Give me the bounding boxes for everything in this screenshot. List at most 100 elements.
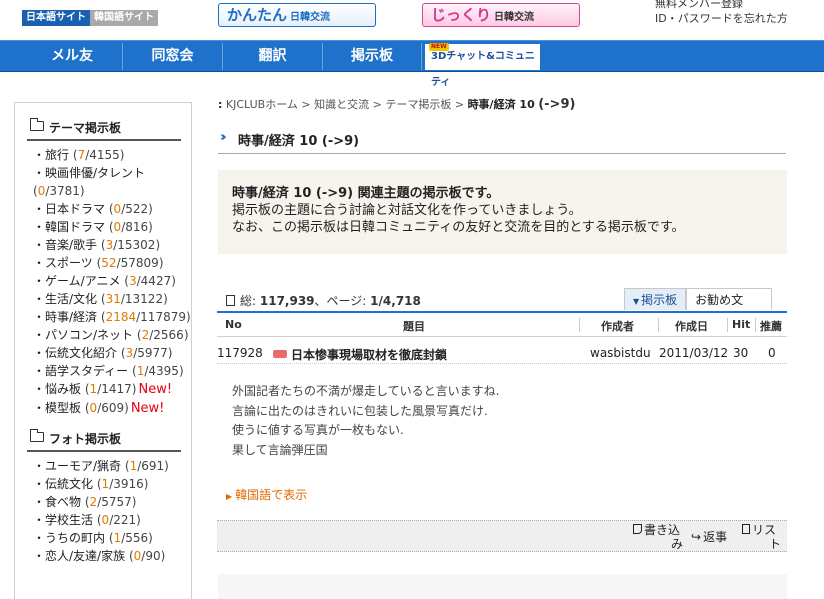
kantan-sub-label: 日韓交流	[290, 12, 331, 23]
sidebar-item[interactable]: ・ユーモア/猟奇 (1/691)	[33, 457, 191, 475]
sidebar-item[interactable]: ・伝統文化紹介 (3/5977)	[33, 344, 191, 362]
sidebar-item[interactable]: ・旅行 (7/4155)	[33, 146, 191, 164]
kantan-exchange-button[interactable]: かんたん 日韓交流	[218, 3, 376, 27]
korean-site-tab[interactable]: 韓国語サイト	[90, 10, 158, 26]
folder-icon	[30, 118, 44, 131]
row-no: 117928	[217, 346, 263, 360]
sidebar-item[interactable]: ・映画俳優/タレント (0/3781)	[33, 164, 191, 200]
jikkuri-exchange-button[interactable]: じっくり 日韓交流	[422, 3, 580, 27]
list-button[interactable]: リス ト	[742, 523, 781, 551]
list-icon	[742, 524, 750, 534]
photo-board-list: ・ユーモア/猟奇 (1/691) ・伝統文化 (1/3916) ・食べ物 (2/…	[33, 457, 191, 565]
intro-line: なお、この掲示板は日韓コミュニティの友好と交流を目的とする掲示板です。	[232, 220, 685, 235]
triangle-right-icon: ▶	[226, 492, 233, 501]
sidebar-item[interactable]: ・食べ物 (2/5757)	[33, 493, 191, 511]
page-title-text: 時事/経済 10 (->9)	[238, 134, 360, 149]
row-title-cell: 日本惨事現場取材を徹底封鎖	[273, 346, 447, 363]
theme-board-heading: テーマ掲示板	[27, 117, 181, 141]
table-header: No 題目 作成者 作成日 Hit 推薦	[217, 311, 787, 337]
nav-alumni[interactable]: 同窓会	[123, 43, 223, 70]
row-date: 2011/03/12	[659, 346, 729, 360]
breadcrumb-current: 時事/経済 10	[467, 98, 535, 111]
photo-board-title: フォト掲示板	[49, 432, 122, 446]
breadcrumb: : KJCLUBホーム > 知識と交流 > テーマ掲示板 > 時事/経済 10 …	[218, 97, 576, 112]
table-row[interactable]: 117928 日本惨事現場取材を徹底封鎖 wasbistdu 2011/03/1…	[217, 344, 787, 364]
jikkuri-sub-label: 日韓交流	[494, 12, 535, 23]
post-stats: 総: 117,939、ページ: 1/4,718	[226, 292, 421, 309]
breadcrumb-home[interactable]: KJCLUBホーム	[226, 98, 298, 111]
row-hit: 30	[733, 346, 749, 360]
sidebar-item[interactable]: ・伝統文化 (1/3916)	[33, 475, 191, 493]
page-title: ›› 時事/経済 10 (->9)	[218, 130, 786, 154]
nav-3d-chat-label: 3Dチャット&コミュニティ	[431, 51, 535, 88]
bottom-panel	[218, 574, 787, 599]
header-hit: Hit	[732, 318, 751, 331]
triangle-down-icon: ▼	[633, 297, 640, 306]
header-author: 作成者	[601, 320, 634, 333]
sidebar-item[interactable]: ・ゲーム/アニメ (3/4427)	[33, 272, 191, 290]
row-title[interactable]: 日本惨事現場取材を徹底封鎖	[291, 348, 447, 362]
post-line: 言論に出たのはきれいに包装した風景写真だけ.	[232, 403, 488, 418]
document-icon	[226, 295, 235, 306]
new-flag: New!	[130, 401, 165, 416]
header-recommend: 推薦	[760, 320, 782, 333]
intro-heading: 時事/経済 10 (->9) 関連主題の掲示板です。	[232, 186, 500, 201]
total-count: 117,939	[259, 294, 315, 308]
japanese-site-tab[interactable]: 日本語サイト	[22, 10, 90, 26]
sidebar-item[interactable]: ・韓国ドラマ (0/816)	[33, 218, 191, 236]
theme-board-title: テーマ掲示板	[49, 121, 122, 135]
sidebar-item[interactable]: ・パソコン/ネット (2/2566)	[33, 326, 191, 344]
action-bar: 書き込 み ↪ 返事 リス ト	[217, 520, 787, 552]
kantan-label: かんたん	[227, 6, 288, 24]
row-recommend: 0	[768, 346, 776, 360]
breadcrumb-current-suffix: (->9)	[538, 97, 576, 112]
post-body: 外国記者たちの不満が爆走していると言いますね. 言論に出たのはきれいに包装した風…	[232, 382, 499, 460]
jikkuri-label: じっくり	[431, 6, 492, 24]
post-line: 果して言論弾圧国	[232, 442, 328, 457]
nav-mail-friend[interactable]: メル友	[22, 43, 123, 70]
new-badge: NEW	[429, 43, 449, 51]
reply-icon: ↪	[691, 530, 702, 544]
list-tabs: ▼ 掲示板 お勧め文	[624, 288, 773, 310]
intro-line: 掲示板の主題に合う討論と対話文化を作っていきましょう。	[232, 203, 582, 218]
breadcrumb-knowledge[interactable]: 知識と交流	[314, 98, 369, 111]
page-count: 1/4,718	[370, 294, 421, 308]
header-title: 題目	[403, 320, 425, 333]
show-in-korean-link[interactable]: ▶ 韓国語で表示	[226, 486, 307, 503]
account-links: 無料メンバー登録 ID・パスワードを忘れた方	[655, 0, 788, 26]
tab-board[interactable]: ▼ 掲示板	[624, 288, 687, 310]
sidebar-item[interactable]: ・生活/文化 (31/13122)	[33, 290, 191, 308]
header-date: 作成日	[675, 320, 708, 333]
reply-button[interactable]: ↪ 返事	[691, 530, 727, 544]
nav-translate[interactable]: 翻訳	[223, 43, 323, 70]
sidebar: テーマ掲示板 ・旅行 (7/4155) ・映画俳優/タレント (0/3781) …	[14, 102, 192, 599]
language-switcher: 日本語サイト 韓国語サイト	[22, 10, 158, 26]
double-chevron-icon: ››	[220, 130, 226, 145]
sidebar-item[interactable]: ・音楽/歌手 (3/15302)	[33, 236, 191, 254]
sidebar-item[interactable]: ・スポーツ (52/57809)	[33, 254, 191, 272]
sidebar-item[interactable]: ・模型板 (0/609) New!	[33, 399, 191, 418]
sidebar-item[interactable]: ・うちの町内 (1/556)	[33, 529, 191, 547]
photo-board-heading: フォト掲示板	[27, 428, 181, 452]
sidebar-item[interactable]: ・恋人/友達/家族 (0/90)	[33, 547, 191, 565]
theme-board-list: ・旅行 (7/4155) ・映画俳優/タレント (0/3781) ・日本ドラマ …	[33, 146, 191, 418]
sidebar-item[interactable]: ・学校生活 (0/221)	[33, 511, 191, 529]
sidebar-item[interactable]: ・語学スタディー (1/4395)	[33, 362, 191, 380]
sidebar-item[interactable]: ・時事/経済 (2184/117879)	[33, 308, 191, 326]
new-flag: New!	[138, 382, 173, 397]
board-intro: 時事/経済 10 (->9) 関連主題の掲示板です。 掲示板の主題に合う討論と対…	[218, 170, 787, 254]
sidebar-item[interactable]: ・日本ドラマ (0/522)	[33, 200, 191, 218]
reply-badge-icon	[273, 350, 287, 358]
pen-icon	[633, 524, 642, 534]
header-no: No	[225, 318, 242, 331]
forgot-password-link[interactable]: ID・パスワードを忘れた方	[655, 11, 788, 26]
nav-3d-chat[interactable]: NEW 3Dチャット&コミュニティ	[424, 43, 541, 88]
main-nav: メル友 同窓会 翻訳 掲示板 NEW 3Dチャット&コミュニティ	[0, 40, 824, 88]
nav-board[interactable]: 掲示板	[323, 43, 422, 70]
register-link[interactable]: 無料メンバー登録	[655, 0, 788, 11]
sidebar-item[interactable]: ・悩み板 (1/1417) New!	[33, 380, 191, 399]
tab-recommend[interactable]: お勧め文	[686, 288, 773, 310]
write-button[interactable]: 書き込 み	[633, 523, 683, 551]
breadcrumb-theme-board[interactable]: テーマ掲示板	[385, 98, 451, 111]
row-author[interactable]: wasbistdu	[590, 346, 651, 360]
